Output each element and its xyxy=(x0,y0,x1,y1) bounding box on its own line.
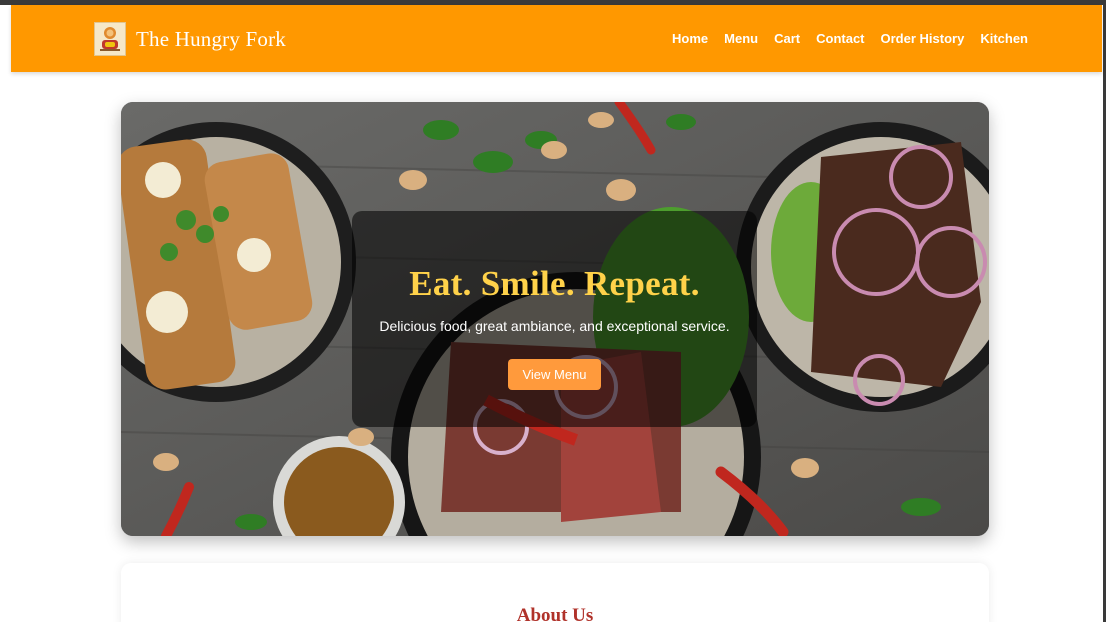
hero-subtitle: Delicious food, great ambiance, and exce… xyxy=(379,318,730,334)
restaurant-logo-icon xyxy=(94,22,126,56)
about-section: About Us xyxy=(121,563,989,622)
nav-home-link[interactable]: Home xyxy=(672,31,708,46)
nav-contact-link[interactable]: Contact xyxy=(816,31,864,46)
view-menu-button[interactable]: View Menu xyxy=(508,359,601,390)
brand-name: The Hungry Fork xyxy=(136,26,286,51)
brand[interactable]: The Hungry Fork xyxy=(94,22,286,56)
navbar: The Hungry Fork Home Menu Cart Contact O… xyxy=(11,5,1102,72)
hero-overlay: Eat. Smile. Repeat. Delicious food, grea… xyxy=(352,211,757,427)
nav-cart-link[interactable]: Cart xyxy=(774,31,800,46)
main-nav: Home Menu Cart Contact Order History Kit… xyxy=(672,5,1028,72)
nav-kitchen-link[interactable]: Kitchen xyxy=(980,31,1028,46)
nav-menu-link[interactable]: Menu xyxy=(724,31,758,46)
about-title: About Us xyxy=(516,605,594,622)
hero-section: Eat. Smile. Repeat. Delicious food, grea… xyxy=(121,102,989,536)
nav-order-history-link[interactable]: Order History xyxy=(881,31,965,46)
hero-title: Eat. Smile. Repeat. xyxy=(409,264,700,303)
